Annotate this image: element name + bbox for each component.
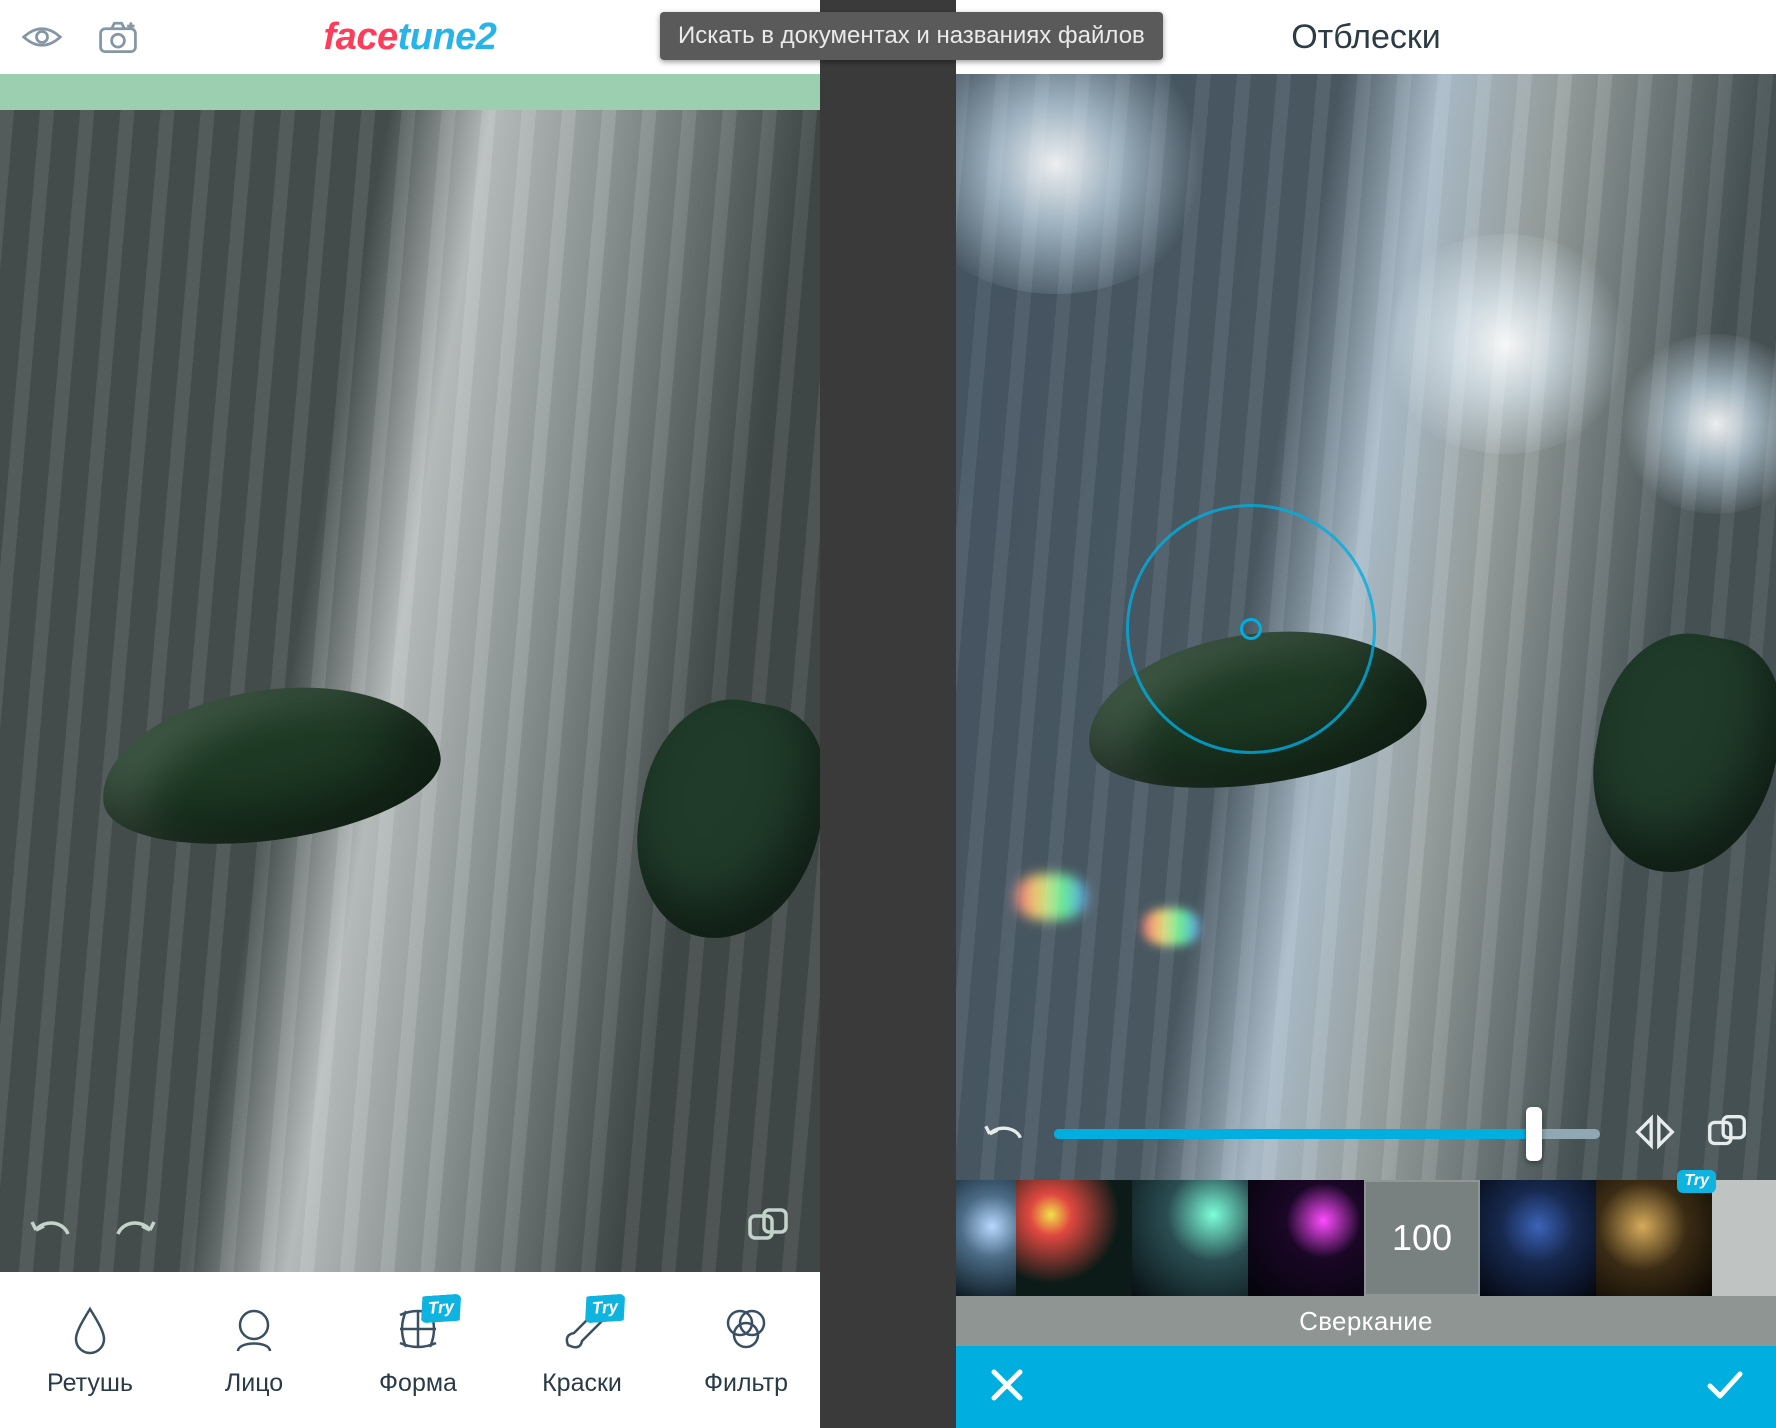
try-badge: Try xyxy=(419,1293,463,1323)
tool-filters[interactable]: Фильтр xyxy=(664,1303,820,1398)
intensity-slider[interactable] xyxy=(1054,1129,1600,1139)
effects-strip[interactable]: 100 Try xyxy=(956,1180,1776,1296)
camera-plus-icon[interactable] xyxy=(94,17,142,57)
left-photo-footer xyxy=(0,1186,820,1272)
cancel-icon[interactable] xyxy=(986,1364,1028,1411)
tool-label: Форма xyxy=(379,1369,457,1398)
undo-icon[interactable] xyxy=(28,1206,76,1253)
effect-thumb[interactable] xyxy=(956,1180,1016,1296)
app-brand: facetune2 xyxy=(170,16,650,59)
effects-panel: 100 Try Сверкание xyxy=(956,1180,1776,1346)
tool-retouch[interactable]: Ретушь xyxy=(8,1303,172,1398)
effect-thumb[interactable] xyxy=(1132,1180,1248,1296)
right-photo-preview[interactable] xyxy=(956,74,1776,1180)
tool-face[interactable]: Лицо xyxy=(172,1303,336,1398)
tool-label: Ретушь xyxy=(47,1369,133,1398)
window-gap xyxy=(820,0,956,1428)
right-controls-bar xyxy=(956,1088,1776,1180)
try-badge: Try xyxy=(583,1293,627,1323)
undo-icon[interactable] xyxy=(982,1112,1028,1157)
confirm-icon[interactable] xyxy=(1704,1364,1746,1411)
effect-intensity-value: 100 xyxy=(1364,1180,1480,1296)
tool-shape[interactable]: Try Форма xyxy=(336,1303,500,1398)
tool-label: Фильтр xyxy=(704,1369,788,1398)
redo-icon[interactable] xyxy=(110,1206,158,1253)
slider-fill xyxy=(1054,1129,1534,1139)
mirror-icon[interactable] xyxy=(1632,1112,1678,1157)
effect-thumb[interactable] xyxy=(1248,1180,1364,1296)
left-app-screen: facetune2 xyxy=(0,0,820,1428)
eye-icon[interactable] xyxy=(18,17,66,57)
try-badge: Try xyxy=(1677,1170,1716,1193)
compare-icon[interactable] xyxy=(1704,1112,1750,1157)
brand-part2: tune2 xyxy=(398,16,497,58)
effect-thumb[interactable]: Try xyxy=(1596,1180,1712,1296)
left-photo-preview[interactable] xyxy=(0,110,820,1272)
tool-label: Краски xyxy=(542,1369,622,1398)
effect-thumb[interactable] xyxy=(1480,1180,1596,1296)
brand-part1: face xyxy=(324,16,398,58)
left-toolbar: Ретушь Лицо Try Форма Try Краски xyxy=(0,1272,820,1428)
grid-warp-icon: Try xyxy=(392,1303,444,1355)
tool-paints[interactable]: Try Краски xyxy=(500,1303,664,1398)
selected-effect-label: Сверкание xyxy=(956,1296,1776,1346)
effect-thumb-selected[interactable]: 100 xyxy=(1364,1180,1480,1296)
compare-icon[interactable] xyxy=(744,1206,792,1253)
effect-thumb[interactable] xyxy=(1016,1180,1132,1296)
droplet-icon xyxy=(64,1303,116,1355)
face-icon xyxy=(228,1303,280,1355)
rings-icon xyxy=(720,1303,772,1355)
os-search-tooltip: Искать в документах и названиях файлов xyxy=(660,12,1163,60)
effect-center-dot[interactable] xyxy=(1240,618,1262,640)
slider-thumb[interactable] xyxy=(1526,1107,1542,1161)
tool-label: Лицо xyxy=(225,1369,283,1398)
right-app-screen: Отблески xyxy=(956,0,1776,1428)
confirm-bar xyxy=(956,1346,1776,1428)
brush-icon: Try xyxy=(556,1303,608,1355)
left-canvas[interactable] xyxy=(0,74,820,1272)
